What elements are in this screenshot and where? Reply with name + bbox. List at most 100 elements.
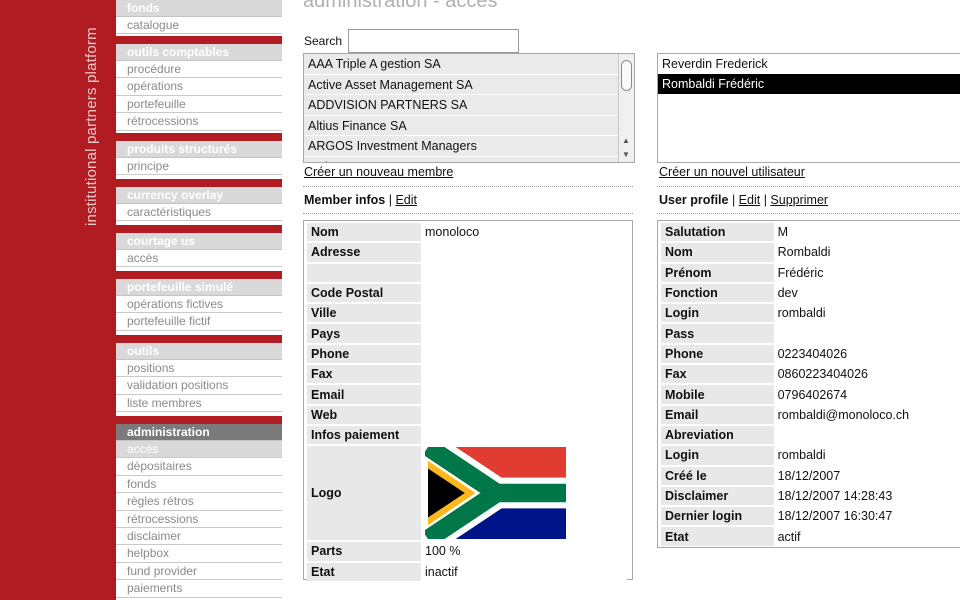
members-scrollbar[interactable]: ▲ ▼ xyxy=(618,54,634,162)
member-logo-flag xyxy=(425,447,566,540)
member-field-row: Infos paiement xyxy=(307,425,627,445)
field-label: Code Postal xyxy=(307,283,421,303)
member-field-row xyxy=(307,263,627,282)
nav-item[interactable]: validation positions xyxy=(116,377,282,395)
nav-item[interactable]: principe xyxy=(116,158,282,176)
user-field-row: Abreviation xyxy=(661,425,960,445)
user-profile-title: User profile xyxy=(659,193,729,207)
user-field-row: Nom Rombaldi xyxy=(661,243,960,262)
nav-divider xyxy=(116,36,282,44)
nav-group-6-heading[interactable]: outils xyxy=(116,343,282,360)
members-listbox[interactable]: AAA Triple A gestion SA Active Asset Mana… xyxy=(303,53,635,163)
nav-group-3-heading[interactable]: currency overlay xyxy=(116,187,282,204)
nav-group-0-heading[interactable]: fonds xyxy=(116,0,282,17)
nav-group: administration accès dépositaires fonds règl… xyxy=(116,416,282,598)
member-list-item[interactable]: Ardea SA xyxy=(304,156,618,162)
nav-item[interactable]: disclaimer xyxy=(116,528,282,546)
nav-group: currency overlay caractéristiques xyxy=(116,179,282,222)
field-value: Frédéric xyxy=(773,263,960,282)
field-label: Login xyxy=(661,304,774,323)
nav-item[interactable]: procédure xyxy=(116,61,282,79)
nav-item[interactable]: dépositaires xyxy=(116,458,282,476)
nav-group-4-heading[interactable]: courtage us xyxy=(116,233,282,250)
nav-item[interactable]: liste membres xyxy=(116,395,282,413)
page-title: administration - accès xyxy=(303,0,498,12)
member-field-row: Fax xyxy=(307,365,627,384)
nav-item[interactable]: portefeuille fictif xyxy=(116,313,282,331)
nav-divider xyxy=(116,225,282,233)
user-field-row: Dernier login 18/12/2007 16:30:47 xyxy=(661,507,960,526)
user-edit-link[interactable]: Edit xyxy=(739,193,761,207)
scroll-thumb[interactable] xyxy=(621,60,632,91)
nav-item[interactable]: rétrocessions xyxy=(116,511,282,528)
member-list-item[interactable]: Altius Finance SA xyxy=(304,115,618,136)
field-value: actif xyxy=(773,527,960,546)
nav-item[interactable]: fonds xyxy=(116,476,282,494)
nav-item[interactable]: caractéristiques xyxy=(116,204,282,222)
field-value xyxy=(421,283,627,303)
field-value: 18/12/2007 14:28:43 xyxy=(773,486,960,506)
nav-item[interactable]: catalogue xyxy=(116,17,282,35)
user-field-row: Email rombaldi@monoloco.ch xyxy=(661,405,960,424)
field-label: Ville xyxy=(307,304,421,323)
user-list-item[interactable]: Reverdin Frederick xyxy=(658,54,960,74)
nav-item[interactable]: positions xyxy=(116,360,282,378)
field-label: Fonction xyxy=(661,283,774,303)
user-delete-link[interactable]: Supprimer xyxy=(770,193,828,207)
field-value: 100 % xyxy=(421,542,627,561)
member-list-item[interactable]: ARGOS Investment Managers xyxy=(304,136,618,157)
member-list-item[interactable]: AAA Triple A gestion SA xyxy=(304,54,618,75)
field-value: rombaldi@monoloco.ch xyxy=(773,405,960,424)
search-input[interactable] xyxy=(348,29,519,53)
nav-item[interactable]: règles rétros xyxy=(116,493,282,511)
user-field-row: Etat actif xyxy=(661,527,960,546)
user-field-row: Mobile 0796402674 xyxy=(661,385,960,404)
sidebar-nav: fonds catalogue outils comptables procédure… xyxy=(116,0,282,600)
member-field-row: Code Postal xyxy=(307,283,627,303)
scroll-up-icon[interactable]: ▲ xyxy=(622,136,630,145)
field-label: Adresse xyxy=(307,243,421,262)
nav-group-5-heading[interactable]: portefeuille simulé xyxy=(116,279,282,296)
nav-group-7-heading[interactable]: administration xyxy=(116,424,282,441)
create-user-link[interactable]: Créer un nouvel utilisateur xyxy=(659,165,805,179)
nav-item[interactable]: rétrocessions xyxy=(116,113,282,131)
nav-item[interactable]: opérations fictives xyxy=(116,296,282,314)
member-list-item[interactable]: ADDVISION PARTNERS SA xyxy=(304,95,618,116)
nav-item[interactable]: fund provider xyxy=(116,563,282,581)
field-label: Phone xyxy=(307,344,421,364)
user-profile-header: User profile | Edit | Supprimer xyxy=(659,193,829,207)
nav-divider xyxy=(116,271,282,279)
field-label: Email xyxy=(307,385,421,404)
member-field-row: Adresse xyxy=(307,243,627,262)
search-label: Search xyxy=(304,34,343,48)
member-edit-link[interactable]: Edit xyxy=(395,193,417,207)
nav-group: produits structurés principe xyxy=(116,133,282,176)
nav-item[interactable]: helpbox xyxy=(116,545,282,563)
nav-item[interactable]: opérations xyxy=(116,78,282,96)
field-value: 18/12/2007 16:30:47 xyxy=(773,507,960,526)
nav-item[interactable]: portefeuille xyxy=(116,96,282,114)
field-label: Dernier login xyxy=(661,507,774,526)
nav-item[interactable]: accès xyxy=(116,250,282,268)
users-listbox[interactable]: Reverdin Frederick Rombaldi Frédéric xyxy=(657,53,960,163)
member-list-item[interactable]: Active Asset Management SA xyxy=(304,74,618,95)
nav-group: outils comptables procédure opérations port… xyxy=(116,36,282,131)
create-member-link[interactable]: Créer un nouveau membre xyxy=(304,165,453,179)
user-field-row: Prénom Frédéric xyxy=(661,263,960,282)
field-label: Disclaimer xyxy=(661,486,774,506)
nav-group-2-heading[interactable]: produits structurés xyxy=(116,141,282,158)
scroll-down-icon[interactable]: ▼ xyxy=(622,150,630,159)
nav-group-1-heading[interactable]: outils comptables xyxy=(116,44,282,61)
nav-group: portefeuille simulé opérations fictives po… xyxy=(116,271,282,331)
field-value xyxy=(421,344,627,364)
field-value xyxy=(421,263,627,282)
brand-tagline: institutional partners platform xyxy=(83,27,100,226)
field-label: Salutation xyxy=(661,223,774,242)
nav-divider xyxy=(116,179,282,187)
nav-item[interactable]: paiements xyxy=(116,580,282,598)
nav-item[interactable]: accès xyxy=(116,441,282,459)
nav-group: outils positions validation positions liste… xyxy=(116,335,282,413)
user-list-item[interactable]: Rombaldi Frédéric xyxy=(658,74,960,94)
user-field-row: Salutation M xyxy=(661,223,960,242)
field-label: Email xyxy=(661,405,774,424)
